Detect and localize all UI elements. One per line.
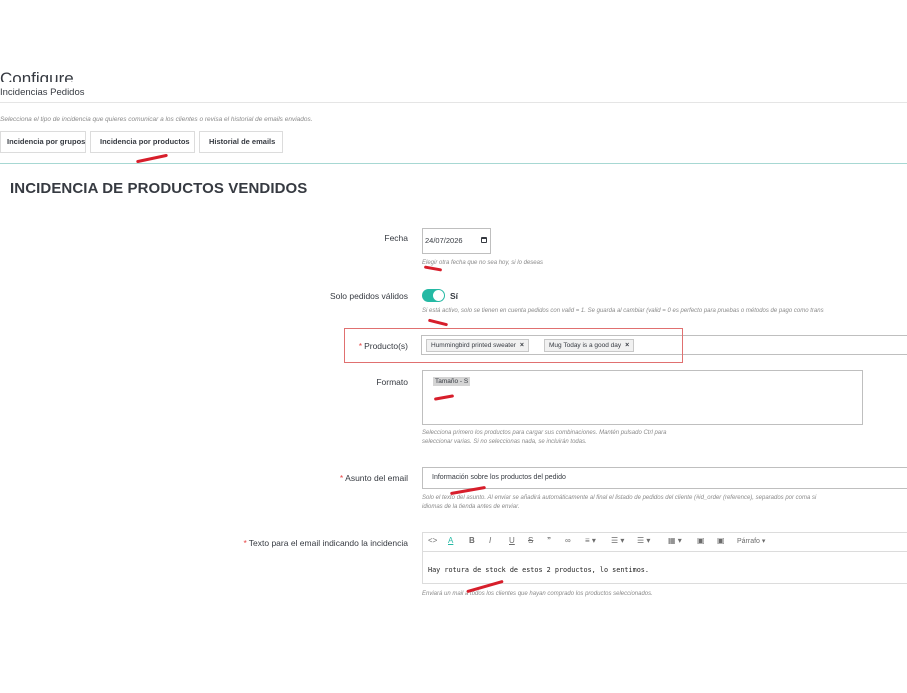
asunto-help-1: Solo el texto del asunto. Al enviar se a… — [422, 495, 817, 501]
solo-validos-help: Si está activo, solo se tienen en cuenta… — [422, 308, 824, 314]
tab-historial-emails[interactable]: Historial de emails — [199, 131, 283, 153]
page-title: Configure — [0, 70, 74, 82]
asunto-label-text: Asunto del email — [345, 473, 408, 483]
formato-label: Formato — [376, 377, 408, 387]
strikethrough-icon[interactable]: S — [528, 536, 533, 545]
underline-icon[interactable]: U — [509, 536, 515, 545]
fecha-value: 24/07/2026 — [425, 236, 463, 245]
solo-validos-toggle[interactable] — [422, 289, 445, 302]
quote-icon[interactable]: ” — [547, 536, 551, 545]
editor-toolbar — [422, 532, 907, 552]
fecha-help: Elegir otra fecha que no sea hoy, si lo … — [422, 260, 543, 266]
header-divider — [0, 102, 907, 103]
fecha-input[interactable]: 24/07/2026 — [422, 228, 491, 254]
table-dropdown-icon[interactable]: ▦ ▾ — [668, 536, 682, 545]
tab-incidencia-productos[interactable]: Incidencia por productos — [90, 131, 195, 153]
paragraph-format-dropdown[interactable]: Párrafo ▾ — [737, 537, 765, 545]
code-icon[interactable]: <> — [428, 536, 437, 545]
tab-incidencia-grupos[interactable]: Incidencia por grupos — [0, 131, 86, 153]
image-icon[interactable]: ▣ — [697, 536, 705, 545]
formato-multiselect[interactable] — [422, 370, 863, 425]
required-marker: * — [243, 538, 247, 548]
section-divider — [0, 163, 907, 164]
media-icon[interactable]: ▣ — [717, 536, 725, 545]
toggle-knob — [433, 290, 444, 301]
annotation-mark — [427, 318, 449, 327]
solo-validos-state: Sí — [450, 291, 459, 301]
asunto-help-2: idiomas de la tienda antes de enviar. — [422, 504, 520, 510]
solo-validos-label: Solo pedidos válidos — [330, 291, 408, 301]
texto-help: Enviará un mail a todos los clientes que… — [422, 591, 653, 597]
bullet-list-dropdown-icon[interactable]: ☰ ▾ — [611, 536, 624, 545]
texto-label-text: Texto para el email indicando la inciden… — [248, 538, 408, 548]
numbered-list-dropdown-icon[interactable]: ☰ ▾ — [637, 536, 650, 545]
italic-icon[interactable]: I — [489, 536, 491, 545]
asunto-label: * Asunto del email — [340, 473, 408, 483]
asunto-value: Información sobre los productos del pedi… — [432, 474, 566, 481]
annotation-mark — [136, 153, 168, 164]
formato-help-2: seleccionar varias. Si no seleccionas na… — [422, 439, 587, 445]
calendar-icon[interactable] — [481, 237, 487, 243]
section-title: INCIDENCIA DE PRODUCTOS VENDIDOS — [10, 180, 308, 197]
link-icon[interactable]: ∞ — [565, 536, 571, 545]
texto-label: * Texto para el email indicando la incide… — [243, 538, 408, 548]
email-text-value: Hay rotura de stock de estos 2 productos… — [428, 566, 649, 574]
font-color-icon[interactable]: A — [448, 536, 453, 545]
formato-option[interactable]: Tamaño - S — [433, 377, 471, 386]
align-dropdown-icon[interactable]: ≡ ▾ — [585, 536, 596, 545]
formato-help-1: Selecciona primero los productos para ca… — [422, 430, 667, 436]
highlight-annotation-box — [344, 328, 683, 363]
page-subtitle: Incidencias Pedidos — [0, 87, 85, 98]
tabs-bar: Incidencia por grupos Incidencia por pro… — [0, 131, 283, 153]
intro-text: Selecciona el tipo de incidencia que qui… — [0, 116, 313, 123]
fecha-label: Fecha — [384, 233, 408, 243]
required-marker: * — [339, 473, 344, 483]
bold-icon[interactable]: B — [469, 536, 475, 545]
